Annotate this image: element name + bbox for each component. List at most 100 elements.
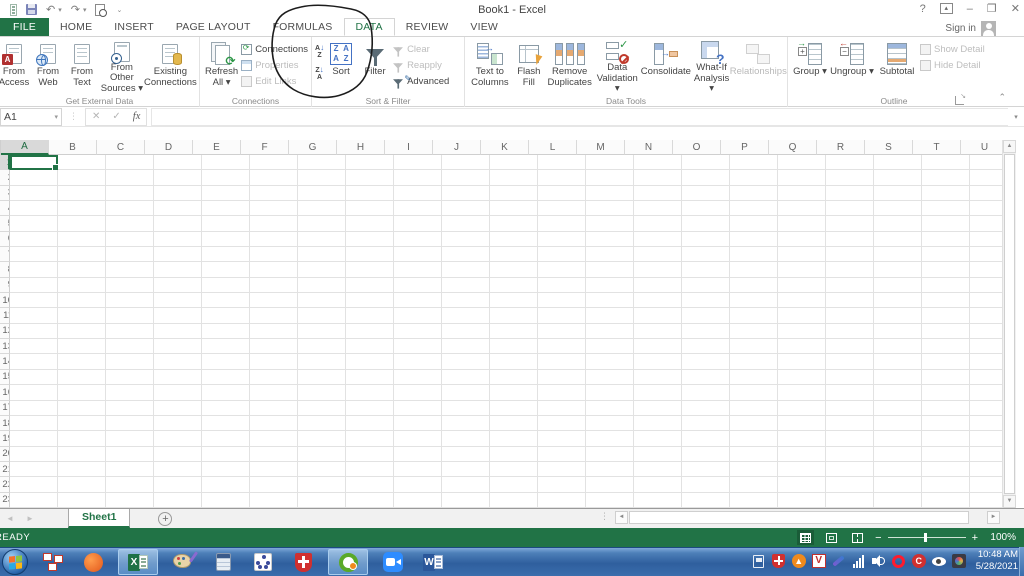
cell-M3[interactable] xyxy=(586,185,634,202)
sort-descending-icon[interactable]: Z↓ A xyxy=(315,66,324,81)
cell-T19[interactable] xyxy=(922,431,970,447)
tray-action-center-icon[interactable] xyxy=(752,554,766,568)
cell-S15[interactable] xyxy=(874,369,922,386)
cell-L16[interactable] xyxy=(538,385,586,401)
cell-L18[interactable] xyxy=(538,415,586,432)
cell-G14[interactable] xyxy=(298,354,346,370)
cell-F22[interactable] xyxy=(250,477,298,493)
cell-K12[interactable] xyxy=(490,323,538,340)
cell-I1[interactable] xyxy=(394,155,442,171)
cell-E14[interactable] xyxy=(202,354,250,370)
taskbar-paint-icon[interactable] xyxy=(168,549,199,575)
cell-I8[interactable] xyxy=(394,262,442,278)
cell-E4[interactable] xyxy=(202,201,250,217)
cell-O22[interactable] xyxy=(682,477,730,493)
cell-M17[interactable] xyxy=(586,400,634,416)
cell-L1[interactable] xyxy=(538,155,586,171)
cell-N14[interactable] xyxy=(634,354,682,370)
cell-F7[interactable] xyxy=(250,247,298,263)
cell-P14[interactable] xyxy=(730,354,778,370)
cell-B22[interactable] xyxy=(58,477,106,493)
cell-B12[interactable] xyxy=(58,323,106,340)
cell-O15[interactable] xyxy=(682,369,730,386)
cell-O17[interactable] xyxy=(682,400,730,416)
cell-C16[interactable] xyxy=(106,385,154,401)
cell-R8[interactable] xyxy=(826,262,874,278)
cell-P12[interactable] xyxy=(730,323,778,340)
cell-T2[interactable] xyxy=(922,170,970,186)
cell-A14[interactable] xyxy=(10,354,58,370)
cell-U12[interactable] xyxy=(970,324,1002,340)
cell-A11[interactable] xyxy=(10,308,58,324)
cell-N11[interactable] xyxy=(634,308,682,324)
row-header-22[interactable]: 22 xyxy=(0,477,10,493)
cell-A5[interactable] xyxy=(10,216,58,232)
cell-R3[interactable] xyxy=(826,185,874,202)
tray-pen-icon[interactable] xyxy=(832,554,846,568)
cell-U16[interactable] xyxy=(970,385,1002,401)
cell-N10[interactable] xyxy=(634,293,682,309)
cell-S16[interactable] xyxy=(874,385,922,401)
cell-M15[interactable] xyxy=(586,369,634,386)
cell-A12[interactable] xyxy=(10,323,58,340)
cell-N12[interactable] xyxy=(634,323,682,340)
cell-K20[interactable] xyxy=(490,446,538,462)
cell-T17[interactable] xyxy=(922,400,970,416)
existing-connections-button[interactable]: Existing Connections xyxy=(144,39,197,94)
cell-R5[interactable] xyxy=(826,216,874,232)
cell-T14[interactable] xyxy=(922,354,970,370)
cell-C12[interactable] xyxy=(106,323,154,340)
cell-O13[interactable] xyxy=(682,339,730,355)
cell-A1[interactable] xyxy=(10,155,59,172)
cell-P3[interactable] xyxy=(730,185,778,202)
cell-P17[interactable] xyxy=(730,400,778,416)
cell-A2[interactable] xyxy=(10,170,58,186)
cell-C2[interactable] xyxy=(106,170,154,186)
cell-M23[interactable] xyxy=(586,492,634,508)
close-icon[interactable]: ✕ xyxy=(1011,2,1020,15)
cell-F13[interactable] xyxy=(250,339,298,355)
tray-ccleaner-icon[interactable]: C xyxy=(911,554,926,568)
tray-update-arrow-icon[interactable]: ▲ xyxy=(791,554,806,568)
cell-H2[interactable] xyxy=(346,170,394,186)
cell-Q22[interactable] xyxy=(778,477,826,493)
column-header-E[interactable]: E xyxy=(193,140,241,155)
cell-G17[interactable] xyxy=(298,400,346,416)
remove-duplicates-button[interactable]: Remove Duplicates xyxy=(546,39,594,94)
cell-L3[interactable] xyxy=(538,185,586,202)
cell-U13[interactable] xyxy=(970,339,1002,355)
column-header-K[interactable]: K xyxy=(481,140,529,155)
cell-R11[interactable] xyxy=(826,308,874,324)
cell-K18[interactable] xyxy=(490,415,538,432)
cell-C6[interactable] xyxy=(106,231,154,248)
cell-L11[interactable] xyxy=(538,308,586,324)
cell-I19[interactable] xyxy=(394,431,442,447)
sheet-nav-right-icon[interactable]: ► xyxy=(20,514,40,523)
taskbar-antivirus-shield-icon[interactable] xyxy=(288,549,318,575)
zoom-slider-thumb[interactable] xyxy=(923,533,927,542)
cell-S23[interactable] xyxy=(874,492,922,508)
properties-button[interactable]: Properties xyxy=(240,59,308,72)
cell-T1[interactable] xyxy=(922,155,970,171)
cell-L14[interactable] xyxy=(538,354,586,370)
filter-button[interactable]: Filter xyxy=(358,39,392,94)
cell-G22[interactable] xyxy=(298,477,346,493)
cell-M9[interactable] xyxy=(586,277,634,294)
cell-U17[interactable] xyxy=(970,401,1002,416)
cell-D2[interactable] xyxy=(154,170,202,186)
cell-L13[interactable] xyxy=(538,339,586,355)
cell-E21[interactable] xyxy=(202,461,250,478)
cell-E8[interactable] xyxy=(202,262,250,278)
row-header-10[interactable]: 10 xyxy=(0,293,10,309)
cell-Q13[interactable] xyxy=(778,339,826,355)
taskbar-excel-icon[interactable]: X xyxy=(118,549,158,575)
cell-I23[interactable] xyxy=(394,492,442,508)
cell-E10[interactable] xyxy=(202,293,250,309)
cell-A13[interactable] xyxy=(10,339,58,355)
cell-S1[interactable] xyxy=(874,155,922,171)
cell-I20[interactable] xyxy=(394,446,442,462)
cell-F19[interactable] xyxy=(250,431,298,447)
cell-K11[interactable] xyxy=(490,308,538,324)
help-icon[interactable]: ? xyxy=(920,3,926,15)
cell-F20[interactable] xyxy=(250,446,298,462)
